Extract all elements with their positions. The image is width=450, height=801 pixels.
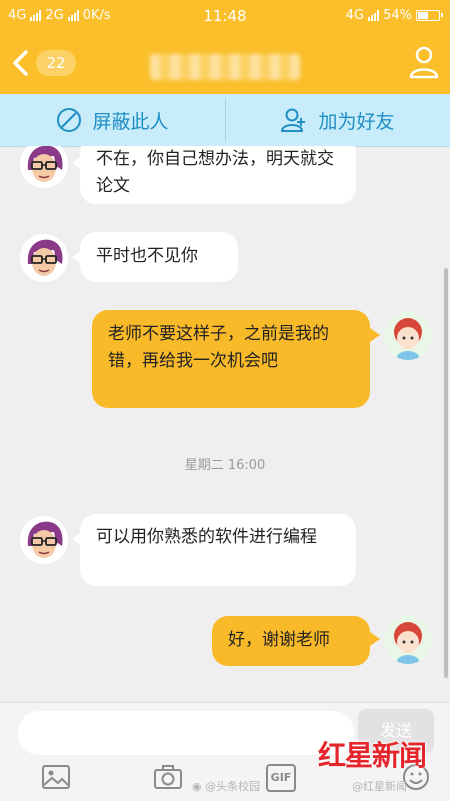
message-bubble-incoming[interactable]: 可以用你熟悉的软件进行编程	[80, 514, 356, 586]
message-bubble-outgoing[interactable]: 好，谢谢老师	[212, 616, 370, 666]
camera-icon[interactable]	[152, 761, 184, 793]
brand-watermark: 红星新闻	[318, 739, 427, 772]
block-user-label: 屏蔽此人	[92, 110, 169, 133]
weibo-watermark-right: @红星新闻	[352, 778, 407, 794]
weibo-logo-icon: ◉	[192, 780, 202, 793]
teacher-avatar-icon	[20, 234, 68, 282]
weibo-watermark-right-text: @红星新闻	[352, 780, 407, 793]
teacher-avatar[interactable]	[20, 234, 68, 282]
weibo-watermark: ◉ @头条校园	[192, 778, 260, 794]
chat-header: 22	[0, 32, 450, 94]
message-bubble-outgoing[interactable]: 老师不要这样子，之前是我的错，再给我一次机会吧	[92, 310, 370, 408]
profile-icon[interactable]	[408, 44, 440, 80]
student-avatar[interactable]	[384, 616, 432, 664]
block-icon	[57, 108, 82, 132]
battery-icon	[416, 10, 443, 21]
add-friend-button[interactable]: 加为好友	[225, 94, 450, 146]
battery-percent: 54%	[383, 8, 412, 23]
teacher-avatar-icon	[20, 146, 68, 188]
teacher-avatar-icon	[20, 516, 68, 564]
message-timestamp: 星期二 16:00	[184, 458, 266, 473]
contact-name-blurred	[150, 54, 300, 80]
unread-count-badge[interactable]: 22	[36, 50, 76, 76]
network-type-3: 4G	[345, 8, 365, 23]
bubble-tail	[370, 632, 380, 646]
student-avatar-icon	[384, 616, 432, 664]
teacher-avatar[interactable]	[20, 146, 68, 188]
stranger-action-bar: 屏蔽此人 加为好友	[0, 94, 450, 147]
status-right: 4G 54%	[345, 8, 443, 23]
scrollbar[interactable]	[444, 268, 448, 678]
message-list[interactable]: 不在，你自己想办法，明天就交论文 平时也不见你 老师不要这样子，之前是我的错，再…	[0, 146, 450, 702]
bubble-tail	[370, 328, 380, 342]
student-avatar[interactable]	[384, 312, 432, 360]
add-friend-icon	[281, 108, 306, 132]
teacher-avatar[interactable]	[20, 516, 68, 564]
block-user-button[interactable]: 屏蔽此人	[0, 94, 225, 146]
student-avatar-icon	[384, 312, 432, 360]
message-input[interactable]	[18, 711, 354, 755]
message-bubble-incoming[interactable]: 不在，你自己想办法，明天就交论文	[80, 146, 356, 204]
add-friend-label: 加为好友	[318, 110, 395, 133]
signal-icon-3	[368, 10, 380, 21]
message-bubble-incoming[interactable]: 平时也不见你	[80, 232, 238, 282]
image-icon[interactable]	[40, 761, 72, 793]
status-bar: 4G 2G 0K/s 11:48 4G 54%	[0, 0, 450, 32]
weibo-watermark-text: @头条校园	[205, 780, 261, 793]
gif-button[interactable]: GIF	[266, 764, 296, 792]
battery-fill	[418, 12, 428, 19]
back-arrow-icon[interactable]	[6, 46, 36, 80]
